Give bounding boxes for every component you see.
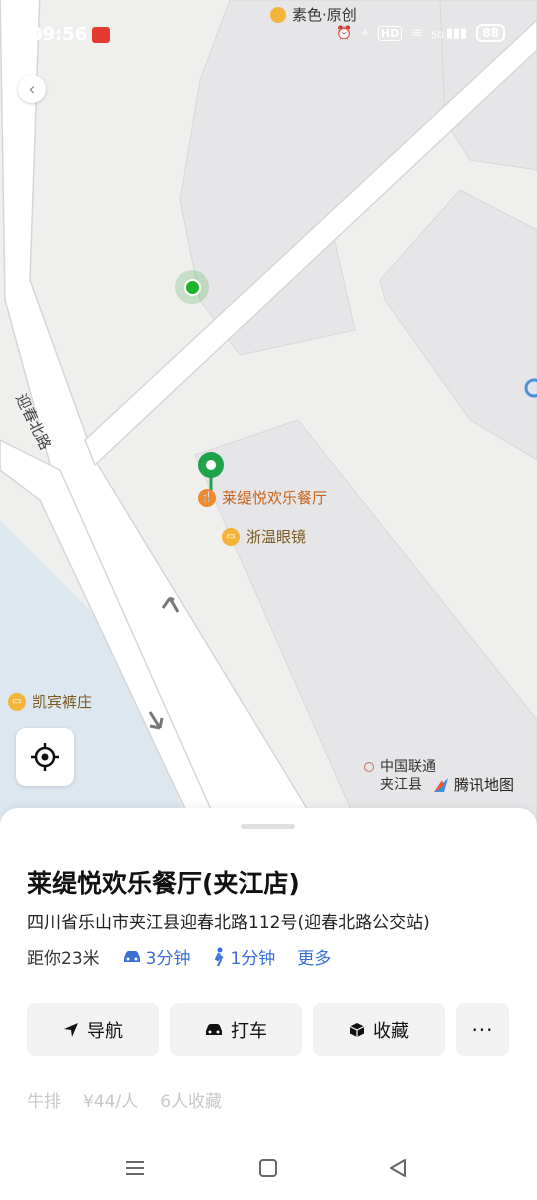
poi-unicom[interactable]: 中国联通 夹江县 (364, 758, 436, 794)
car-icon (123, 950, 140, 962)
place-title: 莱缇悦欢乐餐厅(夹江店) (27, 869, 300, 898)
distance-text: 距你23米 (27, 949, 100, 969)
poi-dot-icon (364, 762, 374, 772)
restaurant-icon: 🍴 (198, 488, 216, 507)
action-buttons: 导航 打车 收藏 ··· (27, 1003, 509, 1056)
status-icons: ⏰ ⌖ HD ≋ 5G ▮▮▮ 88 (336, 24, 505, 42)
place-address: 四川省乐山市夹江县迎春北路112号(迎春北路公交站) (27, 913, 430, 933)
app-notification-icon (92, 27, 110, 43)
crosshair-icon (31, 743, 59, 771)
back-button[interactable]: ‹ (18, 75, 46, 103)
map-view[interactable]: 迎春北路 🍴 莱缇悦欢乐餐厅 ▭ 浙温眼镜 ▭ 凯宾裤庄 中国联通 夹江县 腾讯… (0, 0, 537, 830)
favorite-button[interactable]: 收藏 (313, 1003, 445, 1056)
hd-icon: HD (377, 25, 403, 41)
tencent-map-icon (434, 777, 448, 792)
home-icon[interactable] (258, 1158, 278, 1178)
tag-price: ¥44/人 (83, 1092, 139, 1112)
poi-glasses-shop[interactable]: ▭ 浙温眼镜 (222, 526, 306, 547)
more-actions-button[interactable]: ··· (456, 1003, 509, 1056)
poi-restaurant[interactable]: 🍴 莱缇悦欢乐餐厅 (198, 487, 327, 508)
battery-indicator: 88 (476, 24, 505, 42)
shop-icon: ▭ (222, 527, 240, 546)
navigation-arrow-icon (64, 1022, 78, 1037)
alarm-icon: ⏰ (336, 25, 353, 41)
taxi-icon (206, 1023, 222, 1035)
drive-time-link[interactable]: 3分钟 (122, 944, 190, 969)
shop-icon: ▭ (8, 692, 26, 711)
wifi-icon: ≋ (411, 25, 423, 41)
place-tags: 牛排 ¥44/人 6人收藏 (27, 1087, 222, 1112)
status-time: 09:56 (30, 24, 88, 45)
signal-icon: 5G ▮▮▮ (431, 25, 468, 41)
chevron-left-icon: ‹ (28, 78, 36, 100)
user-location-marker (175, 270, 209, 304)
cube-icon (349, 1022, 365, 1037)
navigate-button[interactable]: 导航 (27, 1003, 159, 1056)
back-triangle-icon[interactable] (388, 1158, 408, 1178)
more-routes-link[interactable]: 更多 (297, 944, 331, 969)
location-icon: ⌖ (361, 25, 369, 41)
poi-pants-shop[interactable]: ▭ 凯宾裤庄 (8, 691, 92, 712)
system-nav-bar (0, 1140, 537, 1200)
locate-me-button[interactable] (16, 728, 74, 786)
map-provider-logo: 腾讯地图 (432, 774, 514, 795)
walk-icon (215, 947, 225, 966)
route-summary: 距你23米 3分钟 1分钟 更多 (27, 944, 353, 969)
walk-time-link[interactable]: 1分钟 (212, 944, 275, 969)
taxi-button[interactable]: 打车 (170, 1003, 302, 1056)
tag-category: 牛排 (27, 1092, 61, 1112)
sheet-drag-handle[interactable] (241, 824, 295, 829)
tag-favorites: 6人收藏 (160, 1092, 223, 1112)
status-bar: 09:56 素色·原创 ⏰ ⌖ HD ≋ 5G ▮▮▮ 88 (0, 0, 537, 72)
menu-icon[interactable] (124, 1158, 146, 1178)
notification-dot-icon (270, 6, 286, 23)
notification-chip: 素色·原创 (270, 4, 357, 25)
